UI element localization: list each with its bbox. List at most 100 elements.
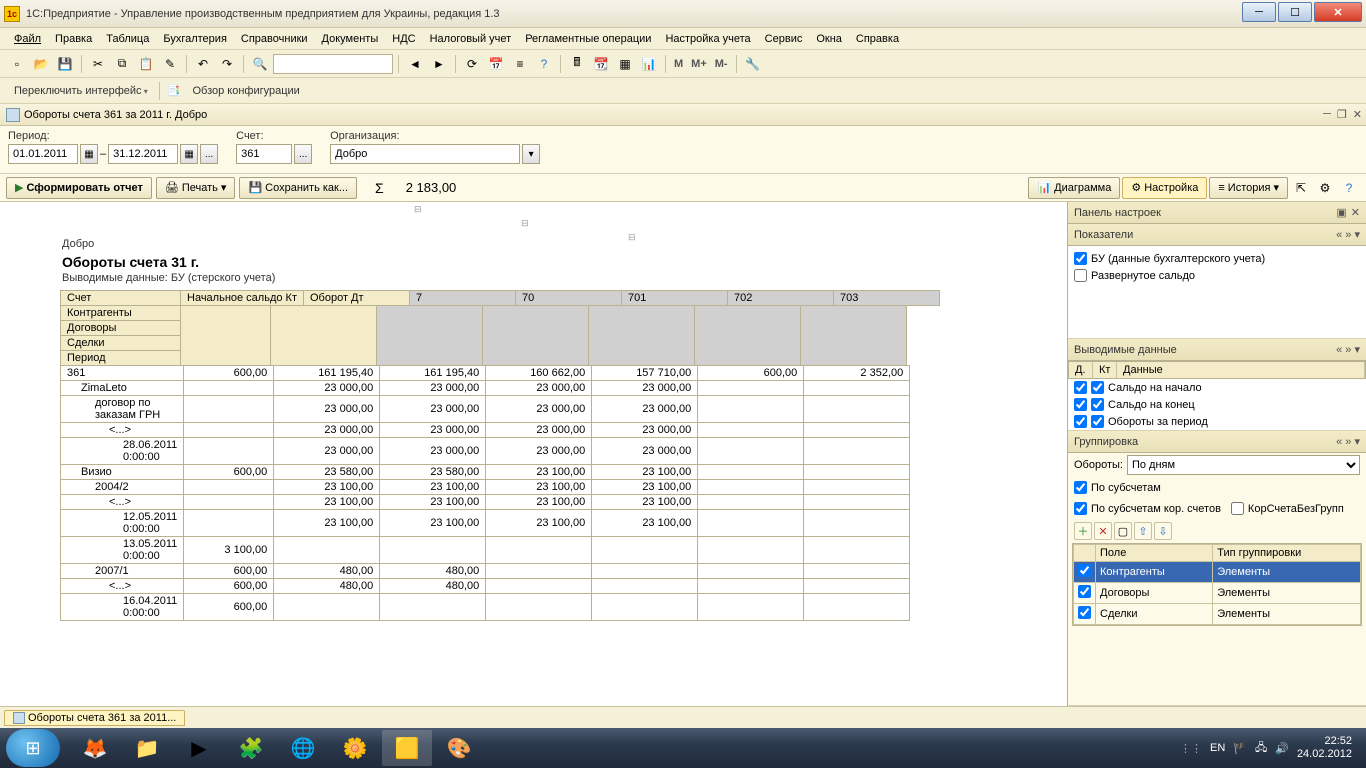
taskbar-icq[interactable]: 🌼 — [330, 730, 380, 766]
history-tab[interactable]: ≡ История ▾ — [1209, 177, 1288, 199]
table-row[interactable]: 28.06.2011 0:00:0023 000,0023 000,0023 0… — [61, 438, 910, 465]
switch-interface-link[interactable]: Переключить интерфейс — [6, 83, 156, 99]
menu-vat[interactable]: НДС — [386, 31, 421, 47]
delete-row-icon[interactable]: ✕ — [1094, 522, 1112, 540]
copy-icon[interactable]: ⧉ — [111, 53, 133, 75]
taskbar-media[interactable]: ▶ — [174, 730, 224, 766]
m-button[interactable]: M — [671, 58, 686, 70]
menu-file[interactable]: Файл — [8, 31, 47, 47]
list-icon[interactable]: ≡ — [509, 53, 531, 75]
form-report-button[interactable]: ▶Сформировать отчет — [6, 177, 152, 199]
undo-icon[interactable]: ↶ — [192, 53, 214, 75]
account-input[interactable] — [236, 144, 292, 164]
indicator-bu-check[interactable]: БУ (данные бухгалтерского учета) — [1074, 250, 1360, 267]
table-row[interactable]: 2007/1600,00480,00480,00 — [61, 564, 910, 579]
new-icon[interactable]: ▫ — [6, 53, 28, 75]
taskbar-app-4[interactable]: 🧩 — [226, 730, 276, 766]
settings-tab[interactable]: ⚙ Настройка — [1122, 177, 1207, 199]
window-minimize-button[interactable]: ─ — [1242, 2, 1276, 22]
open-icon[interactable]: 📂 — [30, 53, 52, 75]
expand-icon[interactable]: ⇱ — [1290, 177, 1312, 199]
colhdr-703[interactable]: 703 — [834, 291, 940, 306]
menu-table[interactable]: Таблица — [100, 31, 155, 47]
data-row-start[interactable]: Сальдо на начало — [1074, 379, 1360, 396]
grid-row-deals[interactable]: СделкиЭлементы — [1074, 604, 1361, 625]
brush-icon[interactable]: ✎ — [159, 53, 181, 75]
refresh-icon[interactable]: ⟳ — [461, 53, 483, 75]
taskbar-explorer[interactable]: 📁 — [122, 730, 172, 766]
wrench-icon[interactable]: 🔧 — [742, 53, 764, 75]
table-row[interactable]: 16.04.2011 0:00:00600,00 — [61, 594, 910, 621]
org-dropdown-button[interactable]: ▾ — [522, 144, 540, 164]
cut-icon[interactable]: ✂ — [87, 53, 109, 75]
edit-row-icon[interactable]: ▢ — [1114, 522, 1132, 540]
calendar-icon[interactable]: 📅 — [485, 53, 507, 75]
table-row[interactable]: <...>600,00480,00480,00 — [61, 579, 910, 594]
nav-back-icon[interactable]: ◄ — [404, 53, 426, 75]
help-icon[interactable]: ? — [533, 53, 555, 75]
period-from-input[interactable] — [8, 144, 78, 164]
options-icon[interactable]: ⚙ — [1314, 177, 1336, 199]
print-button[interactable]: 🖨 Печать ▾ — [156, 177, 236, 199]
indicator-expanded-check[interactable]: Развернутое сальдо — [1074, 267, 1360, 284]
colhdr-7[interactable]: 7 — [410, 291, 516, 306]
table-row[interactable]: Визио600,0023 580,0023 580,0023 100,0023… — [61, 465, 910, 480]
table-row[interactable]: договор по заказам ГРН23 000,0023 000,00… — [61, 396, 910, 423]
output-data-header[interactable]: Выводимые данные« » ▾ — [1068, 339, 1366, 361]
window-maximize-button[interactable]: ☐ — [1278, 2, 1312, 22]
save-icon[interactable]: 💾 — [54, 53, 76, 75]
period-select-button[interactable]: ... — [200, 144, 218, 164]
fold-marker[interactable]: ⊟ — [628, 232, 636, 243]
move-down-icon[interactable]: ⇩ — [1154, 522, 1172, 540]
report-table[interactable]: Счет Начальное сальдо Кт Оборот Дт 7 70 … — [60, 290, 940, 306]
menu-windows[interactable]: Окна — [810, 31, 848, 47]
diagram-tab[interactable]: 📊 Диаграмма — [1028, 177, 1120, 199]
cor-nogroup-check[interactable]: КорСчетаБезГрупп — [1231, 500, 1344, 517]
doc-restore-button[interactable]: ❐ — [1337, 108, 1347, 121]
table-row[interactable]: 12.05.2011 0:00:0023 100,0023 100,0023 1… — [61, 510, 910, 537]
taskbar-app-1[interactable]: 🦊 — [70, 730, 120, 766]
grouping-grid[interactable]: ПолеТип группировки КонтрагентыЭлементы … — [1072, 543, 1362, 626]
data-row-period[interactable]: Обороты за период — [1074, 413, 1360, 430]
data-row-end[interactable]: Сальдо на конец — [1074, 396, 1360, 413]
doc-close-button[interactable]: ✕ — [1353, 108, 1362, 121]
start-button[interactable]: ⊞ — [6, 729, 60, 767]
menu-catalogs[interactable]: Справочники — [235, 31, 314, 47]
calc-icon[interactable]: 🖩 — [566, 53, 588, 75]
table-row[interactable]: 13.05.2011 0:00:003 100,00 — [61, 537, 910, 564]
menu-tax[interactable]: Налоговый учет — [424, 31, 518, 47]
period-to-input[interactable] — [108, 144, 178, 164]
m-minus-button[interactable]: M- — [712, 58, 731, 70]
search-input[interactable] — [273, 54, 393, 74]
menu-help[interactable]: Справка — [850, 31, 905, 47]
fold-marker[interactable]: ⊟ — [521, 218, 529, 229]
grid-icon[interactable]: ▦ — [614, 53, 636, 75]
colhdr-70[interactable]: 70 — [516, 291, 622, 306]
account-select-button[interactable]: ... — [294, 144, 312, 164]
diagram-icon[interactable]: 📊 — [638, 53, 660, 75]
table-row[interactable]: <...>23 100,0023 100,0023 100,0023 100,0… — [61, 495, 910, 510]
table-row[interactable]: 361600,00161 195,40161 195,40160 662,001… — [61, 366, 910, 381]
taskbar-paint[interactable]: 🎨 — [434, 730, 484, 766]
tray-lang[interactable]: EN — [1210, 742, 1225, 754]
period-to-picker-button[interactable]: ▦ — [180, 144, 198, 164]
turns-select[interactable]: По дням — [1127, 455, 1360, 475]
tray-sound-icon[interactable]: 🔊 — [1275, 742, 1289, 755]
m-plus-button[interactable]: M+ — [688, 58, 710, 70]
window-close-button[interactable]: ✕ — [1314, 2, 1362, 22]
table-row[interactable]: <...>23 000,0023 000,0023 000,0023 000,0… — [61, 423, 910, 438]
panel-config-icon[interactable]: ▣ — [1336, 206, 1346, 219]
grid-row-contragents[interactable]: КонтрагентыЭлементы — [1074, 562, 1361, 583]
save-as-button[interactable]: 💾 Сохранить как... — [239, 177, 357, 199]
move-up-icon[interactable]: ⇧ — [1134, 522, 1152, 540]
table-row[interactable]: ZimaLeto23 000,0023 000,0023 000,0023 00… — [61, 381, 910, 396]
redo-icon[interactable]: ↷ — [216, 53, 238, 75]
window-tab[interactable]: Обороты счета 361 за 2011... — [4, 710, 185, 726]
period-from-picker-button[interactable]: ▦ — [80, 144, 98, 164]
report-help-icon[interactable]: ? — [1338, 177, 1360, 199]
fold-marker[interactable]: ⊟ — [414, 204, 422, 215]
menu-routines[interactable]: Регламентные операции — [519, 31, 657, 47]
grid-row-contracts[interactable]: ДоговорыЭлементы — [1074, 583, 1361, 604]
colhdr-702[interactable]: 702 — [728, 291, 834, 306]
menu-accounting[interactable]: Бухгалтерия — [157, 31, 233, 47]
